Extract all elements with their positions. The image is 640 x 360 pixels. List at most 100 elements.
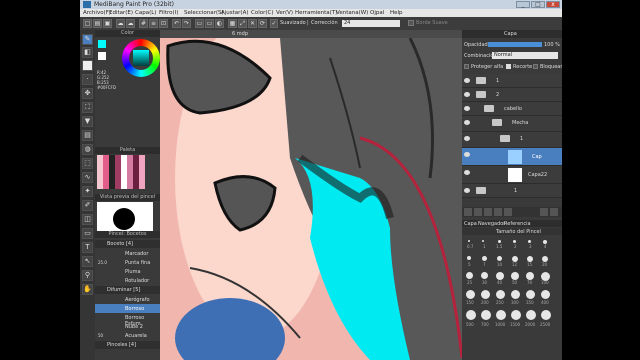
- text-tool-icon[interactable]: T: [82, 242, 93, 253]
- menu-window[interactable]: Ventana(W): [336, 10, 368, 16]
- operation-tool-icon[interactable]: ↖: [82, 256, 93, 267]
- canvas-tab[interactable]: 6 mdp: [160, 30, 462, 38]
- select-tool-icon[interactable]: ⬚: [82, 158, 93, 169]
- size-dot[interactable]: [511, 310, 521, 320]
- new-folder-icon[interactable]: [474, 208, 482, 216]
- color-square[interactable]: [133, 50, 149, 66]
- brush-item[interactable]: Pluma: [95, 267, 160, 276]
- layer-row-selected[interactable]: Cap: [462, 148, 562, 166]
- minimize-button[interactable]: _: [516, 1, 530, 8]
- size-dot[interactable]: [467, 256, 471, 260]
- delete-layer-icon[interactable]: [504, 208, 512, 216]
- clip-checkbox[interactable]: [506, 64, 511, 69]
- layer-row[interactable]: cabello: [462, 102, 562, 116]
- blend-select[interactable]: Normal: [492, 52, 558, 59]
- menu-select[interactable]: Seleccionar(S): [184, 10, 224, 16]
- menu-tool[interactable]: Herramienta(T): [295, 10, 337, 16]
- layer-row[interactable]: 2: [462, 88, 562, 102]
- size-dot[interactable]: [482, 256, 487, 261]
- deselect-icon[interactable]: ▭: [205, 19, 214, 28]
- save-icon[interactable]: ▣: [103, 19, 112, 28]
- blur-tool-icon[interactable]: ◍: [82, 144, 93, 155]
- canvas-area[interactable]: 6 mdp: [160, 30, 462, 360]
- brush-item[interactable]: Aerógrafo: [95, 295, 160, 304]
- brush-group-pencils[interactable]: Pinceles [4]: [95, 341, 160, 349]
- size-dot[interactable]: [526, 310, 536, 320]
- lasso-tool-icon[interactable]: ∿: [82, 172, 93, 183]
- eyedropper-tool-icon[interactable]: ⚲: [82, 270, 93, 281]
- menu-file[interactable]: Archivo(F): [83, 10, 111, 16]
- size-dot[interactable]: [481, 290, 490, 299]
- layer-menu-icon[interactable]: [550, 208, 558, 216]
- size-dot[interactable]: [496, 290, 505, 299]
- opacity-slider[interactable]: [488, 42, 542, 47]
- menu-edit[interactable]: Editar(E): [109, 10, 133, 16]
- size-dot[interactable]: [498, 240, 501, 243]
- size-dot[interactable]: [528, 240, 531, 243]
- open-file-icon[interactable]: ▤: [93, 19, 102, 28]
- size-dot[interactable]: [497, 256, 502, 261]
- cloud-save-icon[interactable]: ☁: [126, 19, 135, 28]
- size-dot[interactable]: [481, 310, 491, 320]
- move-tool-icon[interactable]: ✥: [82, 88, 93, 99]
- new-layer-icon[interactable]: [464, 208, 472, 216]
- select-icon[interactable]: ▭: [195, 19, 204, 28]
- palette-swatches[interactable]: [97, 155, 145, 189]
- size-dot[interactable]: [468, 240, 470, 242]
- brush-tool-icon[interactable]: ✎: [82, 34, 93, 45]
- size-dot[interactable]: [541, 290, 550, 299]
- size-dot[interactable]: [496, 310, 506, 320]
- tab-navigator[interactable]: Navegador: [478, 221, 505, 227]
- color-wheel[interactable]: [122, 39, 160, 77]
- size-dot[interactable]: [513, 240, 516, 243]
- brush-item[interactable]: 25.0 Punta fina: [95, 258, 160, 267]
- size-dot[interactable]: [481, 272, 488, 279]
- transform-icon[interactable]: ⤢: [238, 19, 247, 28]
- layer-row[interactable]: Mecha: [462, 116, 562, 132]
- gradient-tool-icon[interactable]: ▤: [82, 130, 93, 141]
- size-dot[interactable]: [466, 272, 473, 279]
- menu-layer[interactable]: Capa(L): [135, 10, 156, 16]
- bucket-tool-icon[interactable]: ▼: [82, 116, 93, 127]
- protect-alpha-checkbox[interactable]: [464, 64, 469, 69]
- close-button[interactable]: x: [546, 1, 560, 8]
- merge-layer-icon[interactable]: [494, 208, 502, 216]
- brush-item[interactable]: Nube 2: [95, 322, 160, 331]
- cloud-icon[interactable]: ☁: [116, 19, 125, 28]
- eraser-tool-icon[interactable]: ◧: [82, 47, 93, 58]
- hand-tool-icon[interactable]: ✋: [82, 284, 93, 295]
- brush-item-selected[interactable]: Borroso: [95, 304, 160, 313]
- snap-icon[interactable]: ≡: [149, 19, 158, 28]
- size-dot[interactable]: [511, 272, 519, 280]
- undo-icon[interactable]: ↶: [172, 19, 181, 28]
- clear-icon[interactable]: ✕: [248, 19, 257, 28]
- color-swatch[interactable]: [82, 60, 93, 71]
- size-dot[interactable]: [511, 290, 520, 299]
- layer-row[interactable]: 1: [462, 132, 562, 148]
- brush-item[interactable]: Rotulador: [95, 276, 160, 285]
- copy-layer-icon[interactable]: [484, 208, 492, 216]
- maximize-button[interactable]: □: [531, 1, 545, 8]
- correction-select[interactable]: 24: [342, 20, 400, 27]
- fill-tool-icon[interactable]: ⛶: [82, 102, 93, 113]
- redo-icon[interactable]: ↷: [182, 19, 191, 28]
- eraser-select-icon[interactable]: ◫: [82, 214, 93, 225]
- rotate-icon[interactable]: ⟳: [258, 19, 267, 28]
- primary-color-swatch[interactable]: [98, 40, 106, 48]
- lock-checkbox[interactable]: [533, 64, 538, 69]
- size-dot[interactable]: [496, 272, 504, 280]
- size-dot[interactable]: [466, 290, 475, 299]
- border-checkbox[interactable]: [408, 20, 414, 26]
- size-dot[interactable]: [466, 310, 476, 320]
- dot-tool-icon[interactable]: ·: [82, 74, 93, 85]
- size-dot[interactable]: [526, 272, 534, 280]
- divide-tool-icon[interactable]: ▭: [82, 228, 93, 239]
- select-pen-icon[interactable]: ✐: [82, 200, 93, 211]
- layer-row[interactable]: Capa22: [462, 166, 562, 184]
- brush-item[interactable]: Marcador: [95, 249, 160, 258]
- antialias-checkbox[interactable]: ✓: [270, 19, 278, 28]
- brush-group-sketch[interactable]: Boceto [4]: [95, 240, 160, 248]
- brush-group-blur[interactable]: Difuminar [5]: [95, 286, 160, 294]
- menu-filter[interactable]: Filtro(I): [159, 10, 178, 16]
- menu-view[interactable]: Ver(V): [276, 10, 293, 16]
